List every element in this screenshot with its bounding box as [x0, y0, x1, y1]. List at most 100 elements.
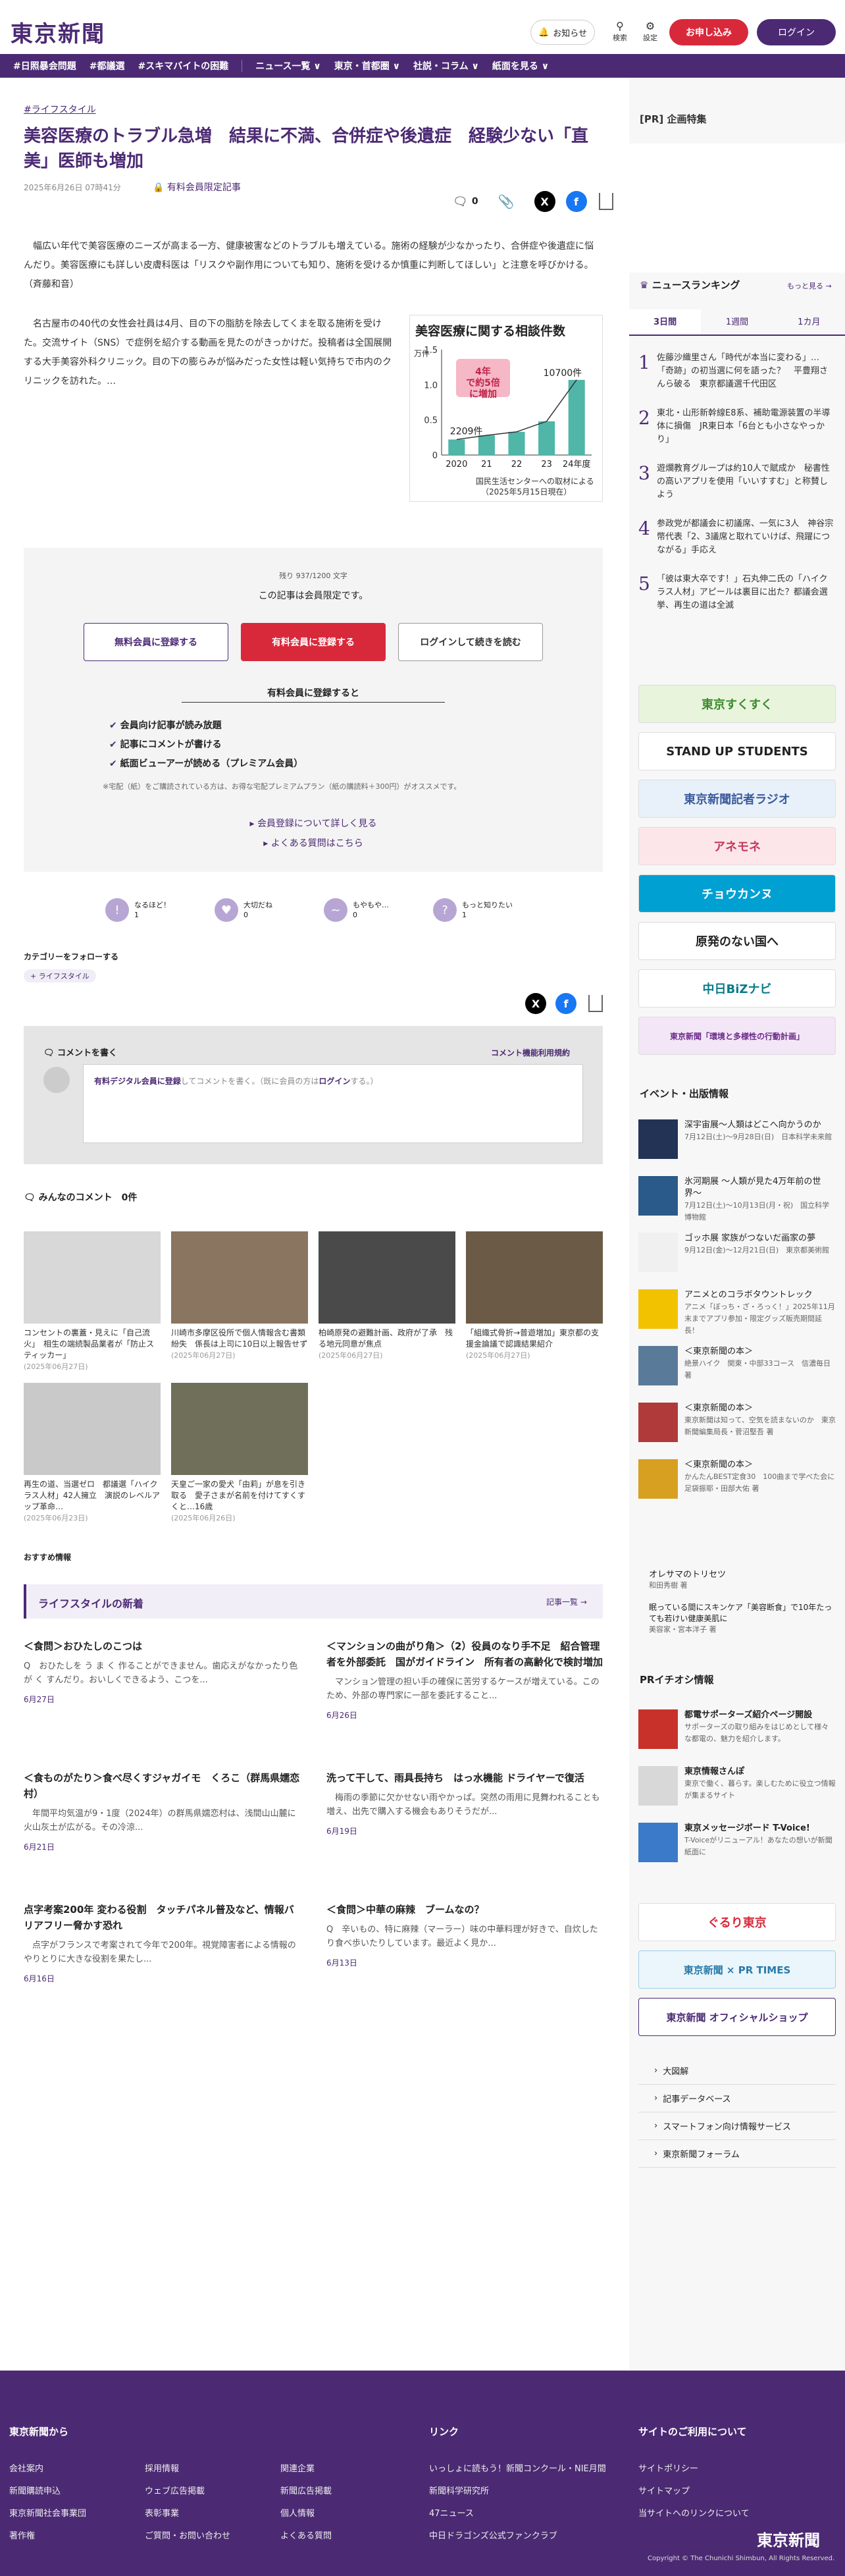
- ranking-more-link[interactable]: もっと見る →: [787, 281, 832, 291]
- tab-3days[interactable]: 3日間: [629, 309, 702, 335]
- event-item[interactable]: 深宇宙展〜人類はどこへ向かうのか 7月12日(土)〜9月28日(日) 日本科学未来…: [638, 1119, 836, 1166]
- category-tag[interactable]: #ライフスタイル: [24, 103, 96, 116]
- comment-input[interactable]: 有料デジタル会員に登録してコメントを書く。（既に会員の方はログインする。）: [83, 1064, 583, 1143]
- share-icon[interactable]: [588, 995, 603, 1012]
- footer-link[interactable]: 当サイトへのリンクについて: [638, 2506, 750, 2519]
- latest-article[interactable]: 洗って干して、雨具長持ち はっ水機能 ドライヤーで復活 梅雨の季節に欠かせない雨…: [326, 1770, 603, 1837]
- event-item[interactable]: ＜東京新聞の本＞ 東京新聞は知って、空気を読まないのか 東京新聞編集局長・菅沼堅吾…: [638, 1403, 836, 1449]
- comment-login-link[interactable]: ログイン: [319, 1077, 350, 1086]
- sidebar-banner[interactable]: 東京すくすく: [638, 685, 836, 723]
- related-article[interactable]: 再生の道、当選ゼロ 都議選「ハイクラス人材」42人擁立 演説のレベルアップ革命……: [24, 1383, 161, 1524]
- footer-link[interactable]: 47ニュース: [429, 2506, 474, 2519]
- sidebar-banner[interactable]: チョウカンヌ: [638, 874, 836, 913]
- comment-icon[interactable]: 🗨: [453, 195, 468, 209]
- nav-item-paper[interactable]: 紙面を見る ∨: [492, 59, 549, 72]
- footer-link[interactable]: 新聞科学研究所: [429, 2484, 489, 2496]
- latest-more-link[interactable]: 記事一覧 →: [546, 1596, 587, 1607]
- footer-link[interactable]: 関連企業: [280, 2461, 315, 2474]
- footer-link[interactable]: 新聞購読申込: [9, 2484, 61, 2496]
- event-item[interactable]: アニメとのコラボタウントレック アニメ「ぼっち・ざ・ろっく！」2025年11月末ま…: [638, 1289, 836, 1335]
- faq-link[interactable]: ▸ よくある質問はこちら: [24, 836, 603, 849]
- sidebar-banner[interactable]: アネモネ: [638, 827, 836, 865]
- comment-register-link[interactable]: 有料デジタル会員に登録: [94, 1077, 181, 1086]
- footer-logo[interactable]: 東京新聞: [757, 2527, 820, 2550]
- footer-link[interactable]: 個人情報: [280, 2506, 315, 2519]
- reaction-motto[interactable]: ? もっと知りたい 1: [433, 898, 542, 922]
- footer-link[interactable]: サイトポリシー: [638, 2461, 698, 2474]
- footer-link[interactable]: 採用情報: [145, 2461, 179, 2474]
- sidebar-banner[interactable]: 東京新聞記者ラジオ: [638, 780, 836, 818]
- tab-1month[interactable]: 1カ月: [773, 309, 845, 335]
- settings-button[interactable]: ⚙ 設定: [637, 20, 663, 46]
- latest-article[interactable]: ＜食問＞中華の麻辣 ブームなの？ Q 辛いもの、特に麻辣（マーラー）味の中華料理が…: [326, 1902, 603, 1968]
- related-article[interactable]: 「組織式骨折→普遊増加」東京都の支援金論議で認識結果紹介 (2025年06月27日…: [466, 1231, 603, 1361]
- nav-item-editorial[interactable]: 社説・コラム ∨: [413, 59, 479, 72]
- footer-link[interactable]: サイトマップ: [638, 2484, 690, 2496]
- footer-link[interactable]: 新聞広告掲載: [280, 2484, 332, 2496]
- pr-event-item[interactable]: 都電サポーターズ紹介ページ開設 サポーターズの取り組みをはじめとして様々な都電の、…: [638, 1709, 836, 1756]
- related-article[interactable]: 川崎市多摩区役所で個人情報含む書類紛失 係長は上司に10日以上報告せず (2025…: [171, 1231, 308, 1361]
- nav-item-2[interactable]: #都議選: [90, 59, 125, 72]
- footer-link[interactable]: いっしょに読もう！新聞コンクール・NIE月間: [429, 2461, 606, 2474]
- nav-item-news[interactable]: ニュース一覧 ∨: [255, 59, 321, 72]
- x-share-icon[interactable]: X: [534, 191, 555, 212]
- sidebar-banner[interactable]: STAND UP STUDENTS: [638, 732, 836, 770]
- free-register-button[interactable]: 無料会員に登録する: [84, 623, 228, 661]
- footer-link[interactable]: 著作権: [9, 2529, 35, 2541]
- event-item[interactable]: ＜東京新聞の本＞ かんたんBEST定食30 100曲まで学べた会に 足袋振耶・田部…: [638, 1459, 842, 1505]
- facebook-share-icon[interactable]: f: [555, 993, 576, 1014]
- related-article[interactable]: コンセントの裏蓋・見えに「自己流火」 相生の端続製品業者が「防止スティッカー」 (…: [24, 1231, 161, 1372]
- event-item[interactable]: 氷河期展 〜人類が見た4万年前の世界〜 7月12日(土)〜10月13日(月・祝) …: [638, 1176, 836, 1222]
- book-extra-1[interactable]: オレサマのトリセツ 和田秀樹 著: [649, 1567, 833, 1590]
- footer-link[interactable]: 東京新聞社会事業団: [9, 2506, 86, 2519]
- footer-link[interactable]: 中日ドラゴンズ公式ファンクラブ: [429, 2529, 557, 2541]
- sidebar-banner[interactable]: 中日BiZナビ: [638, 969, 836, 1007]
- book-extra-2[interactable]: 眠っている間にスキンケア「美容断食」で10年たっても若けい健康美肌に 美容家・宮本…: [649, 1601, 833, 1634]
- site-logo[interactable]: 東京新聞: [11, 16, 105, 48]
- tab-1week[interactable]: 1週間: [701, 309, 773, 335]
- event-item[interactable]: ＜東京新聞の本＞ 絶景ハイク 関東・中部33コース 信濃毎日 著: [638, 1346, 836, 1392]
- x-share-icon[interactable]: X: [525, 993, 546, 1014]
- apply-button[interactable]: お申し込み: [669, 19, 748, 45]
- latest-article[interactable]: ＜食問＞おひたしのこつは Q おひたしを う ま く 作ることができません。歯応え…: [24, 1638, 300, 1705]
- sidebar-banner[interactable]: 原発のない国へ: [638, 922, 836, 960]
- facebook-share-icon[interactable]: f: [565, 191, 587, 212]
- latest-article[interactable]: ＜マンションの曲がり角＞（2）役員のなり手不足 紹合管理者を外部委託 国がガイド…: [326, 1638, 603, 1721]
- footer-link[interactable]: 表彰事業: [145, 2506, 179, 2519]
- sidebar-link[interactable]: › 大図解: [638, 2057, 836, 2085]
- share-icon[interactable]: [598, 193, 613, 210]
- nav-item-tokyo[interactable]: 東京・首都圏 ∨: [334, 59, 400, 72]
- search-button[interactable]: ⚲ 検索: [607, 20, 633, 46]
- latest-article[interactable]: 点字考案200年 変わる役割 タッチパネル普及など、情報バリアフリー脅かす恐れ …: [24, 1902, 300, 1984]
- related-article[interactable]: 柏崎原発の避難計画、政府が了承 残る地元同意が焦点 (2025年06月27日): [319, 1231, 455, 1361]
- paid-register-button[interactable]: 有料会員に登録する: [241, 623, 386, 661]
- promo-gururi[interactable]: ぐるり東京: [638, 1903, 836, 1941]
- reaction-naruhodo[interactable]: ! なるほど！ 1: [105, 898, 215, 922]
- footer-link[interactable]: ウェブ広告掲載: [145, 2484, 205, 2496]
- promo-prtimes[interactable]: 東京新聞 × PR TIMES: [638, 1950, 836, 1989]
- related-article[interactable]: 天皇ご一家の愛犬「由莉」が息を引き取る 愛子さまが名前を付けてすくすくと…16歳…: [171, 1383, 308, 1524]
- comment-terms-link[interactable]: コメント機能利用規約: [491, 1047, 570, 1058]
- login-read-button[interactable]: ログインして続きを読む: [398, 623, 543, 661]
- footer-link[interactable]: 会社案内: [9, 2461, 43, 2474]
- details-link[interactable]: ▸ 会員登録について詳しく見る: [24, 817, 603, 830]
- footer-link[interactable]: よくある質問: [280, 2529, 332, 2541]
- sidebar-banner[interactable]: 東京新聞「環境と多様性の行動計画」: [638, 1017, 836, 1055]
- follow-tag[interactable]: + ライフスタイル: [24, 969, 96, 982]
- reaction-moyamoya[interactable]: ~ もやもや… 0: [324, 898, 433, 922]
- event-item[interactable]: ゴッホ展 家族がつないだ画家の夢 9月12日(金)〜12月21日(日) 東京都美術…: [638, 1233, 836, 1279]
- sidebar-link[interactable]: › スマートフォン向け情報サービス: [638, 2112, 836, 2140]
- latest-article[interactable]: ＜食ものがたり＞食べ尽くすジャガイモ くろこ（群馬県嬬恋村） 年間平均気温が9・…: [24, 1770, 300, 1852]
- login-button[interactable]: ログイン: [757, 19, 836, 45]
- footer-link[interactable]: ご質問・お問い合わせ: [145, 2529, 230, 2541]
- pr-event-item[interactable]: 東京情報さんぽ 東京で働く、暮らす。楽しむために役立つ情報が集まるサイト: [638, 1766, 836, 1812]
- sidebar-link[interactable]: › 東京新聞フォーラム: [638, 2140, 836, 2168]
- sidebar-link[interactable]: › 記事データベース: [638, 2085, 836, 2112]
- reaction-taisetsu[interactable]: ♥ 大切だね 0: [215, 898, 324, 922]
- notice-button[interactable]: 🔔 お知らせ: [530, 20, 595, 45]
- pr-event-item[interactable]: 東京メッセージボード T-Voice! T-Voiceがリニューアル！あなたの想い…: [638, 1823, 836, 1869]
- nav-item-3[interactable]: #スキマバイトの困難: [138, 59, 228, 72]
- nav-item-1[interactable]: #日照暴会問題: [13, 59, 76, 72]
- promo-shop[interactable]: 東京新聞 オフィシャルショップ: [638, 1998, 836, 2036]
- clip-icon[interactable]: 📎: [498, 194, 515, 209]
